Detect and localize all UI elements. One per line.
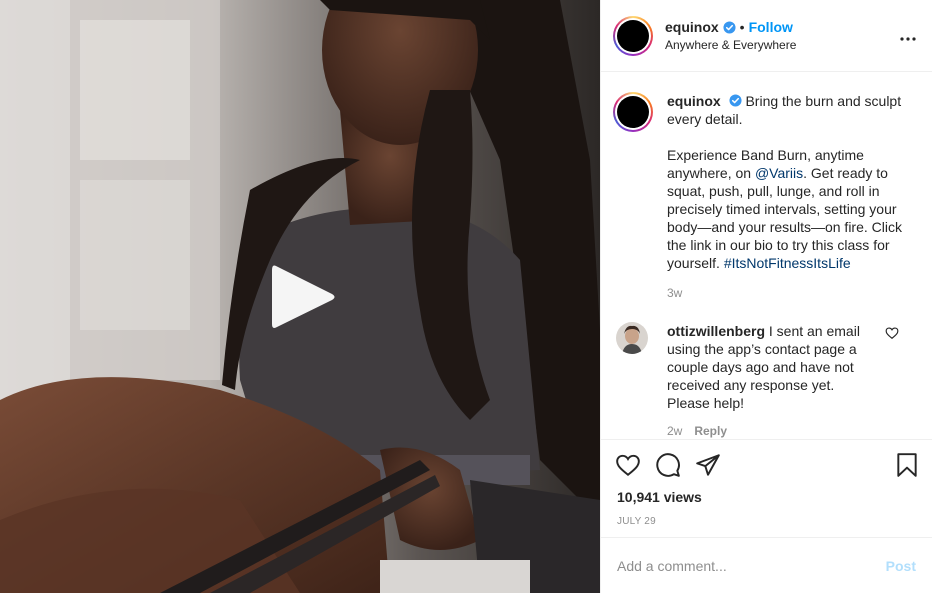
- bookmark-icon[interactable]: [894, 452, 920, 478]
- reply-button[interactable]: Reply: [694, 424, 727, 438]
- video-media[interactable]: [0, 0, 600, 593]
- account-avatar[interactable]: [613, 15, 653, 56]
- comment-icon[interactable]: [655, 452, 681, 478]
- comment-text: ottizwillenberg I sent an email using th…: [667, 322, 877, 412]
- heart-icon[interactable]: [615, 452, 641, 478]
- follow-button[interactable]: Follow: [749, 19, 793, 35]
- comment-time[interactable]: 2w: [667, 424, 682, 438]
- hashtag-link[interactable]: #ItsNotFitnessItsLife: [724, 255, 851, 271]
- comment-input[interactable]: [617, 557, 886, 574]
- caption-username[interactable]: equinox: [667, 93, 721, 109]
- location-link[interactable]: Anywhere & Everywhere: [665, 38, 900, 52]
- play-icon[interactable]: [268, 262, 338, 332]
- verified-badge-icon: [729, 94, 742, 107]
- caption-time[interactable]: 3w: [667, 286, 907, 300]
- post-details-panel: equinox • Follow Anywhere & Everywhere e…: [600, 0, 932, 593]
- commenter-username[interactable]: ottizwillenberg: [667, 323, 765, 339]
- caption: equinox Bring the burn and sculpt every …: [613, 92, 916, 300]
- verified-badge-icon: [723, 20, 736, 34]
- instagram-post: equinox • Follow Anywhere & Everywhere e…: [0, 0, 932, 593]
- caption-avatar[interactable]: [613, 92, 653, 132]
- separator-dot: •: [739, 19, 745, 35]
- mention-link[interactable]: @Variis: [755, 165, 803, 181]
- post-date[interactable]: JULY 29: [601, 516, 932, 527]
- commenter-avatar[interactable]: [616, 322, 648, 354]
- add-comment-bar: Post: [601, 537, 932, 593]
- post-header: equinox • Follow Anywhere & Everywhere: [601, 0, 932, 72]
- comments-section: equinox Bring the burn and sculpt every …: [601, 72, 932, 439]
- account-username[interactable]: equinox: [665, 19, 719, 35]
- share-icon[interactable]: [695, 452, 721, 478]
- post-comment-button[interactable]: Post: [886, 558, 916, 574]
- caption-text: equinox Bring the burn and sculpt every …: [667, 92, 907, 272]
- like-comment-icon[interactable]: [885, 326, 899, 340]
- action-bar: [601, 439, 932, 489]
- comment-item: ottizwillenberg I sent an email using th…: [613, 322, 916, 438]
- view-count[interactable]: 10,941 views: [601, 489, 932, 505]
- more-options-icon[interactable]: [900, 24, 916, 47]
